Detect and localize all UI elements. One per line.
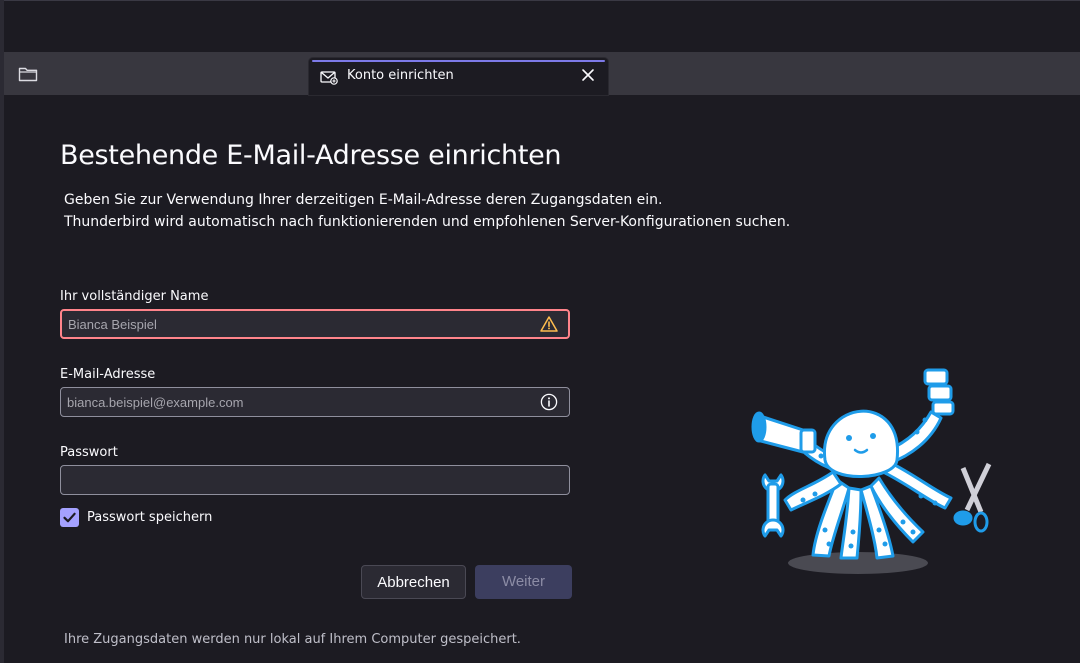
tab-active-indicator <box>312 60 605 62</box>
email-field-container <box>60 387 570 417</box>
tab-label: Konto einrichten <box>347 68 454 83</box>
intro-line-1: Geben Sie zur Verwendung Ihrer derzeitig… <box>64 192 663 208</box>
next-button[interactable]: Weiter <box>475 565 572 599</box>
name-field[interactable] <box>68 311 528 337</box>
info-icon[interactable] <box>540 393 558 411</box>
octopus-mascot-illustration <box>751 368 992 574</box>
email-field[interactable] <box>67 388 527 416</box>
privacy-note: Ihre Zugangsdaten werden nur lokal auf I… <box>64 632 521 647</box>
remember-password-checkbox[interactable] <box>60 508 79 527</box>
intro-text: Geben Sie zur Verwendung Ihrer derzeitig… <box>64 189 790 233</box>
password-label: Passwort <box>60 445 118 460</box>
remember-password-label[interactable]: Passwort speichern <box>87 510 212 525</box>
password-field[interactable] <box>67 466 527 494</box>
intro-line-2: Thunderbird wird automatisch nach funkti… <box>64 214 791 230</box>
checkmark-icon <box>63 512 76 523</box>
name-field-container <box>60 309 570 339</box>
name-label: Ihr vollständiger Name <box>60 289 209 304</box>
cancel-button[interactable]: Abbrechen <box>361 565 466 599</box>
window-border <box>0 0 4 663</box>
tab-strip: Konto einrichten <box>4 52 1080 95</box>
mail-setup-icon <box>320 71 338 85</box>
folder-icon[interactable] <box>18 66 38 82</box>
page-title: Bestehende E-Mail-Adresse einrichten <box>60 140 562 171</box>
app-window: Konto einrichten Bestehende E-Mail-Adres… <box>0 0 1080 663</box>
close-icon[interactable] <box>581 68 595 82</box>
tab-account-setup[interactable]: Konto einrichten <box>309 58 608 95</box>
title-bar <box>4 0 1080 53</box>
email-label: E-Mail-Adresse <box>60 367 156 382</box>
password-field-container <box>60 465 570 495</box>
warning-icon <box>540 316 558 332</box>
